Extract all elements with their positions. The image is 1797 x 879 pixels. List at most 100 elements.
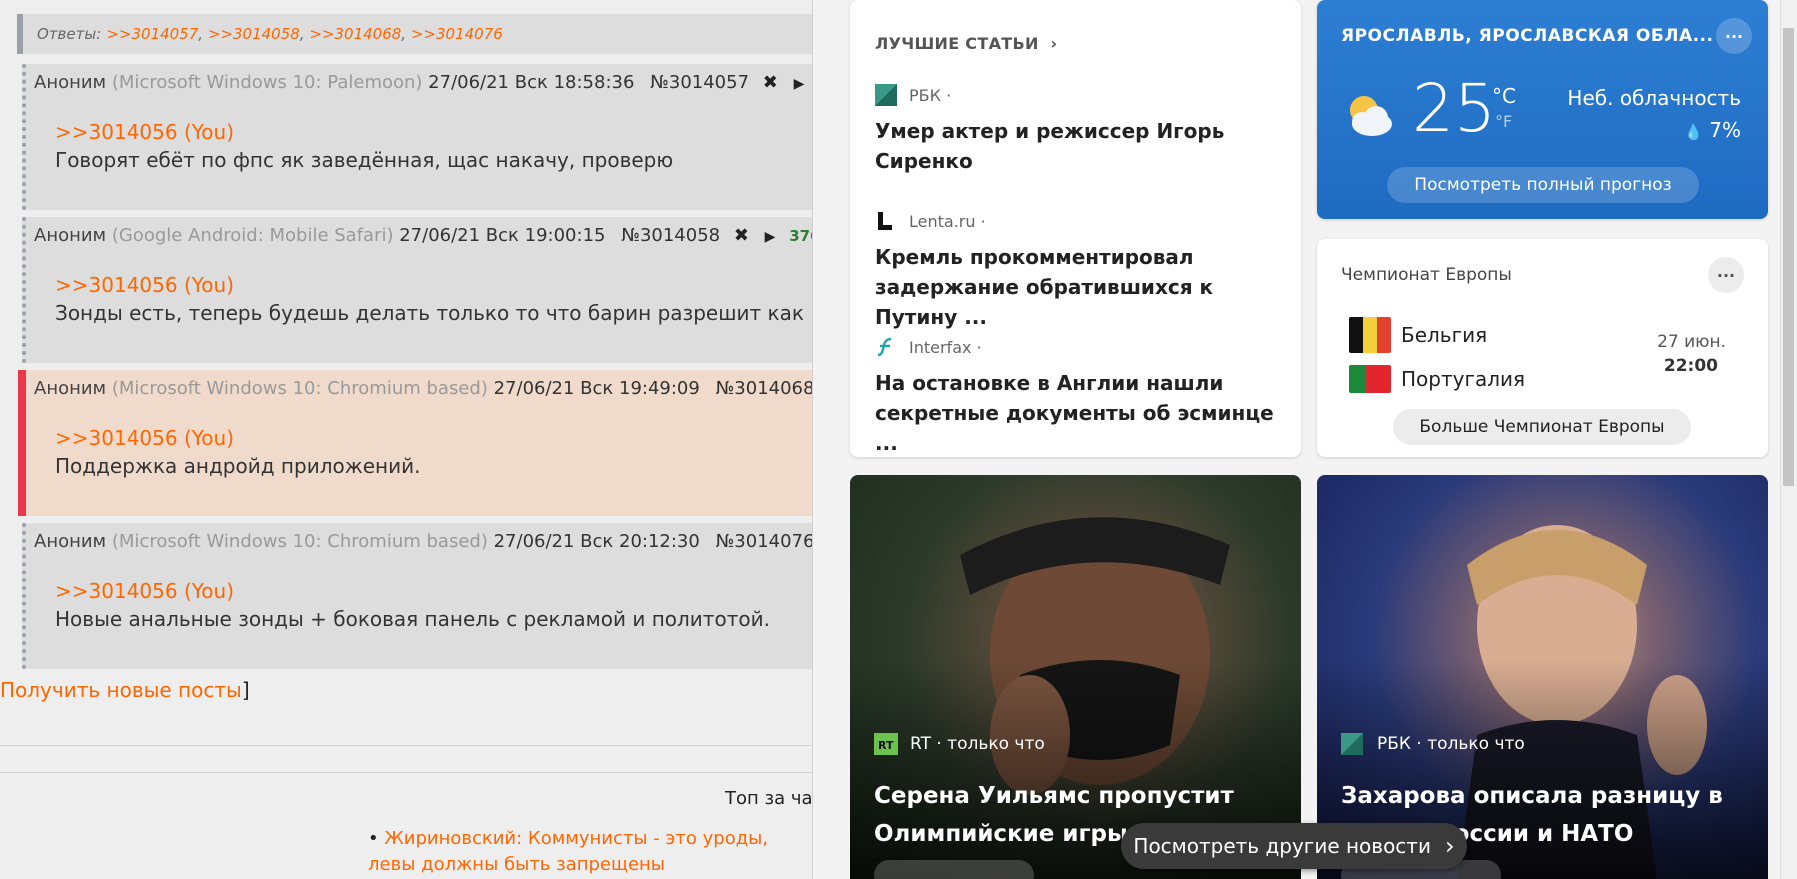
post-text: Поддержка андройд приложений.	[55, 454, 421, 478]
poster-name: Аноним	[34, 72, 107, 93]
full-forecast-button[interactable]: Посмотреть полный прогноз	[1387, 167, 1699, 203]
team-row[interactable]: Бельгия	[1349, 317, 1487, 353]
close-icon[interactable]: ✖	[763, 72, 778, 93]
droplet-icon: 💧	[1684, 123, 1703, 141]
top-articles-card: ЛУЧШИЕ СТАТЬИ › РБК · Умер актер и режис…	[850, 0, 1301, 457]
reply-link[interactable]: >>3014058	[208, 25, 300, 43]
play-icon[interactable]: ▶	[794, 76, 805, 92]
reply-link[interactable]: >>3014056 (You)	[55, 426, 234, 450]
poster-name: Аноним	[34, 225, 107, 246]
more-news-label: Посмотреть другие новости	[1133, 834, 1431, 858]
forum-post: Аноним (Microsoft Windows 10: Chromium b…	[22, 523, 812, 669]
euro-title: Чемпионат Европы	[1341, 265, 1512, 285]
play-icon[interactable]: ▶	[765, 229, 776, 245]
more-options-button[interactable]: ···	[1708, 257, 1744, 293]
match-date: 27 июн.	[1657, 332, 1726, 352]
get-new-posts: Получить новые посты]	[0, 678, 250, 702]
top-list-item: • Жириновский: Коммунисты - это уроды, л…	[368, 826, 812, 878]
news-actions[interactable]	[874, 860, 1034, 879]
team-name: Португалия	[1401, 367, 1526, 391]
rt-icon: RT	[874, 733, 898, 755]
get-new-posts-link[interactable]: Получить новые посты	[0, 678, 242, 702]
article-source: Lenta.ru ·	[909, 211, 986, 231]
poster-name: Аноним	[34, 531, 107, 552]
news-source-text: РБК · только что	[1377, 734, 1525, 754]
scrollbar-thumb[interactable]	[1783, 28, 1794, 486]
poster-name: Аноним	[34, 378, 107, 399]
chevron-right-icon: ›	[1050, 34, 1058, 53]
more-news-button[interactable]: Посмотреть другие новости ›	[1121, 823, 1467, 869]
reply-link[interactable]: >>3014056 (You)	[55, 120, 234, 144]
user-agent: (Microsoft Windows 10: Chromium based)	[111, 531, 488, 552]
forum-post-highlighted: Аноним (Microsoft Windows 10: Chromium b…	[18, 370, 812, 516]
interfax-icon	[875, 336, 897, 358]
article-title: На остановке в Англии нашли секретные до…	[875, 371, 1274, 455]
euro-championship-card: Чемпионат Европы ··· Бельгия Португалия …	[1317, 239, 1768, 457]
article-source: Interfax ·	[909, 337, 982, 357]
post-number[interactable]: №3014057	[650, 72, 749, 93]
forum-post: Аноним (Microsoft Windows 10: Palemoon) …	[22, 64, 812, 210]
divider	[0, 772, 812, 773]
bullet: •	[368, 828, 379, 849]
post-date: 27/06/21 Вск 19:49:09	[493, 378, 700, 399]
post-date: 27/06/21 Вск 19:00:15	[399, 225, 606, 246]
reply-link[interactable]: >>3014068	[309, 25, 401, 43]
forum-thread: Ответы: >>3014057, >>3014058, >>3014068,…	[0, 0, 812, 879]
reply-link[interactable]: >>3014076	[411, 25, 503, 43]
news-source: РБК · только что	[1341, 733, 1525, 755]
top-label: Топ за ча	[725, 788, 812, 809]
news-panel: ЛУЧШИЕ СТАТЬИ › РБК · Умер актер и режис…	[812, 0, 1797, 879]
lenta-icon	[875, 210, 897, 232]
precipitation-value: 7%	[1709, 118, 1741, 142]
weather-condition: Неб. облачность	[1567, 86, 1741, 110]
post-text: Зонды есть, теперь будешь делать только …	[55, 301, 812, 325]
scrollbar[interactable]	[1780, 0, 1797, 879]
top-articles-header[interactable]: ЛУЧШИЕ СТАТЬИ ›	[875, 34, 1057, 53]
post-number[interactable]: №3014058	[621, 225, 720, 246]
scrollbar-track	[1780, 0, 1781, 879]
close-icon[interactable]: ✖	[734, 225, 749, 246]
top-item-link[interactable]: Жириновский: Коммунисты - это уроды, лев…	[368, 828, 768, 875]
user-agent: (Microsoft Windows 10: Palemoon)	[111, 72, 423, 93]
forum-post: Аноним (Google Android: Mobile Safari) 2…	[22, 217, 812, 363]
news-source-text: RT · только что	[910, 734, 1045, 754]
team-name: Бельгия	[1401, 323, 1488, 347]
news-photo-card[interactable]: RT RT · только что Серена Уильямс пропус…	[850, 475, 1301, 879]
post-text: Говорят ебёт по фпс як заведённая, щас н…	[55, 148, 674, 172]
reply-link[interactable]: >>3014057	[106, 25, 198, 43]
more-options-button[interactable]: ···	[1716, 18, 1752, 54]
more-euro-button[interactable]: Больше Чемпионат Европы	[1393, 409, 1691, 445]
top-articles-title: ЛУЧШИЕ СТАТЬИ	[875, 34, 1039, 53]
article-item[interactable]: Interfax · На остановке в Англии нашли с…	[875, 336, 1285, 457]
reply-link[interactable]: >>3014056 (You)	[55, 273, 234, 297]
precipitation: 💧 7%	[1684, 118, 1741, 142]
post-count: 376	[789, 227, 812, 245]
partly-cloudy-icon	[1342, 90, 1396, 140]
article-source: РБК ·	[909, 85, 952, 105]
match-time: 22:00	[1663, 356, 1718, 376]
divider	[0, 745, 812, 746]
weather-card[interactable]: ЯРОСЛАВЛЬ, ЯРОСЛАВСКАЯ ОБЛА... ··· 25 °C…	[1317, 0, 1768, 219]
news-photo-card[interactable]: РБК · только что Захарова описала разниц…	[1317, 475, 1768, 879]
post-number[interactable]: №3014068	[716, 378, 812, 399]
news-source: RT RT · только что	[874, 733, 1045, 755]
replies-bar: Ответы: >>3014057, >>3014058, >>3014068,…	[17, 14, 812, 54]
post-number[interactable]: №3014076	[716, 531, 812, 552]
article-item[interactable]: Lenta.ru · Кремль прокомментировал задер…	[875, 210, 1285, 332]
reply-link[interactable]: >>3014056 (You)	[55, 579, 234, 603]
unit-fahrenheit[interactable]: °F	[1495, 112, 1512, 131]
article-item[interactable]: РБК · Умер актер и режиссер Игорь Сиренк…	[875, 84, 1285, 176]
post-date: 27/06/21 Вск 20:12:30	[493, 531, 700, 552]
belgium-flag-icon	[1349, 317, 1391, 353]
article-title: Умер актер и режиссер Игорь Сиренко	[875, 119, 1225, 173]
portugal-flag-icon	[1349, 365, 1391, 393]
chevron-right-icon: ›	[1444, 832, 1455, 860]
rbc-icon	[1341, 733, 1365, 755]
article-title: Кремль прокомментировал задержание обрат…	[875, 245, 1214, 329]
rbc-icon	[875, 84, 897, 106]
unit-celsius[interactable]: °C	[1492, 84, 1516, 108]
user-agent: (Microsoft Windows 10: Chromium based)	[111, 378, 488, 399]
svg-text:RT: RT	[878, 739, 894, 752]
weather-location: ЯРОСЛАВЛЬ, ЯРОСЛАВСКАЯ ОБЛА...	[1341, 26, 1714, 46]
team-row[interactable]: Португалия	[1349, 365, 1525, 393]
